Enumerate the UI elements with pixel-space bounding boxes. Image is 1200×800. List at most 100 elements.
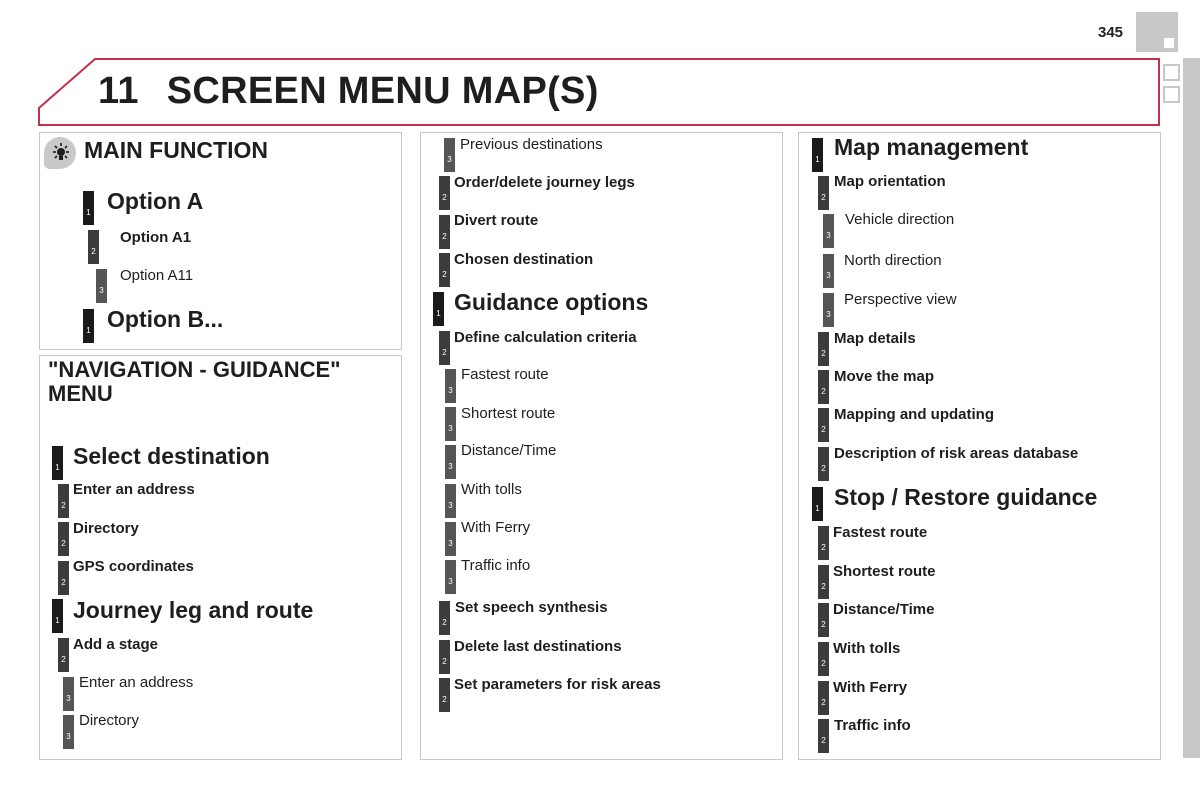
level-2-badge: 2 [439, 176, 450, 210]
level-2-badge: 2 [58, 638, 69, 672]
menu-item-fastest-route[interactable]: Fastest route [461, 366, 549, 383]
level-3-badge: 3 [445, 484, 456, 518]
menu-item-stop-distance-time[interactable]: Distance/Time [833, 601, 934, 618]
tab-square-decoration [1163, 86, 1180, 103]
menu-item-distance-time[interactable]: Distance/Time [461, 442, 556, 459]
menu-item-map-orientation[interactable]: Map orientation [834, 173, 946, 190]
menu-item-order-delete-journey-legs[interactable]: Order/delete journey legs [454, 174, 635, 191]
navigation-lightbulb-icon [44, 137, 76, 169]
menu-item-north-direction[interactable]: North direction [844, 252, 942, 269]
level-2-badge: 2 [818, 332, 829, 366]
level-1-badge: 1 [52, 446, 63, 480]
corner-tab-inner [1164, 38, 1174, 48]
level-3-badge: 3 [445, 445, 456, 479]
level-1-badge: 1 [812, 138, 823, 172]
level-3-badge: 3 [63, 677, 74, 711]
legend-title: MAIN FUNCTION [84, 137, 268, 163]
level-3-badge: 3 [96, 269, 107, 303]
level-3-badge: 3 [445, 369, 456, 403]
level-2-badge: 2 [818, 370, 829, 404]
menu-item-gps-coordinates[interactable]: GPS coordinates [73, 558, 194, 575]
level-3-badge: 3 [823, 214, 834, 248]
level-2-badge: 2 [58, 484, 69, 518]
menu-item-perspective-view[interactable]: Perspective view [844, 291, 957, 308]
level-2-badge: 2 [818, 176, 829, 210]
level-2-badge: 2 [818, 603, 829, 637]
level-2-badge: 2 [818, 681, 829, 715]
level-2-badge: 2 [439, 215, 450, 249]
level-3-badge: 3 [63, 715, 74, 749]
level-1-badge: 1 [433, 292, 444, 326]
legend-item-option-b: Option B... [107, 306, 224, 332]
level-3-badge: 3 [444, 138, 455, 172]
menu-item-stop-fastest-route[interactable]: Fastest route [833, 524, 927, 541]
menu-item-define-calculation-criteria[interactable]: Define calculation criteria [454, 329, 637, 346]
level-1-badge: 1 [83, 309, 94, 343]
menu-item-divert-route[interactable]: Divert route [454, 212, 538, 229]
navigation-menu-title-line1: "NAVIGATION - GUIDANCE" [48, 357, 341, 382]
level-2-badge: 2 [58, 561, 69, 595]
menu-item-stop-traffic-info[interactable]: Traffic info [834, 717, 911, 734]
menu-item-stage-enter-address[interactable]: Enter an address [79, 674, 193, 691]
menu-item-stop-with-ferry[interactable]: With Ferry [833, 679, 907, 696]
page-number: 345 [1098, 24, 1124, 41]
menu-item-select-destination[interactable]: Select destination [73, 443, 270, 470]
menu-item-chosen-destination[interactable]: Chosen destination [454, 251, 593, 268]
menu-item-set-parameters-risk-areas[interactable]: Set parameters for risk areas [454, 676, 661, 693]
menu-item-vehicle-direction[interactable]: Vehicle direction [845, 211, 954, 228]
level-2-badge: 2 [818, 447, 829, 481]
legend-item-option-a1: Option A1 [120, 229, 192, 246]
menu-item-stop-shortest-route[interactable]: Shortest route [833, 563, 936, 580]
chapter-title: 11 SCREEN MENU MAP(S) [98, 70, 599, 113]
menu-item-delete-last-destinations[interactable]: Delete last destinations [454, 638, 622, 655]
level-2-badge: 2 [439, 331, 450, 365]
level-2-badge: 2 [818, 642, 829, 676]
level-2-badge: 2 [818, 719, 829, 753]
level-2-badge: 2 [818, 408, 829, 442]
menu-item-journey-leg-and-route[interactable]: Journey leg and route [73, 597, 313, 624]
legend-item-option-a: Option A [107, 188, 204, 214]
navigation-menu-title-line2: MENU [48, 381, 113, 406]
chapter-title-text: SCREEN MENU MAP(S) [166, 70, 599, 112]
level-2-badge: 2 [439, 678, 450, 712]
menu-item-traffic-info[interactable]: Traffic info [461, 557, 530, 574]
level-3-badge: 3 [445, 522, 456, 556]
menu-item-map-management[interactable]: Map management [834, 134, 1028, 161]
level-2-badge: 2 [439, 640, 450, 674]
menu-item-add-a-stage[interactable]: Add a stage [73, 636, 158, 653]
menu-item-directory[interactable]: Directory [73, 520, 139, 537]
level-2-badge: 2 [439, 601, 450, 635]
menu-item-stop-restore-guidance[interactable]: Stop / Restore guidance [834, 484, 1097, 511]
navigation-menu-title: "NAVIGATION - GUIDANCE" MENU [48, 358, 341, 406]
level-1-badge: 1 [812, 487, 823, 521]
level-3-badge: 3 [445, 560, 456, 594]
legend-item-option-a11: Option A11 [120, 267, 194, 284]
level-1-badge: 1 [52, 599, 63, 633]
level-2-badge: 2 [818, 565, 829, 599]
menu-item-previous-destinations[interactable]: Previous destinations [460, 136, 603, 153]
menu-item-with-ferry[interactable]: With Ferry [461, 519, 530, 536]
menu-item-set-speech-synthesis[interactable]: Set speech synthesis [455, 599, 608, 616]
level-2-badge: 2 [439, 253, 450, 287]
level-3-badge: 3 [823, 293, 834, 327]
tab-square-decoration [1163, 64, 1180, 81]
level-3-badge: 3 [445, 407, 456, 441]
menu-item-mapping-and-updating[interactable]: Mapping and updating [834, 406, 994, 423]
menu-item-guidance-options[interactable]: Guidance options [454, 289, 648, 316]
corner-tab-decoration [1136, 12, 1178, 52]
menu-item-enter-address[interactable]: Enter an address [73, 481, 195, 498]
menu-item-shortest-route[interactable]: Shortest route [461, 405, 555, 422]
menu-item-with-tolls[interactable]: With tolls [461, 481, 522, 498]
level-2-badge: 2 [818, 526, 829, 560]
level-3-badge: 3 [823, 254, 834, 288]
menu-item-stop-with-tolls[interactable]: With tolls [833, 640, 900, 657]
level-2-badge: 2 [58, 522, 69, 556]
level-1-badge: 1 [83, 191, 94, 225]
chapter-number: 11 [98, 70, 139, 112]
side-margin-bar [1183, 58, 1200, 758]
menu-item-stage-directory[interactable]: Directory [79, 712, 139, 729]
menu-item-map-details[interactable]: Map details [834, 330, 916, 347]
menu-item-move-the-map[interactable]: Move the map [834, 368, 934, 385]
menu-item-description-risk-areas-database[interactable]: Description of risk areas database [834, 445, 1078, 462]
level-2-badge: 2 [88, 230, 99, 264]
